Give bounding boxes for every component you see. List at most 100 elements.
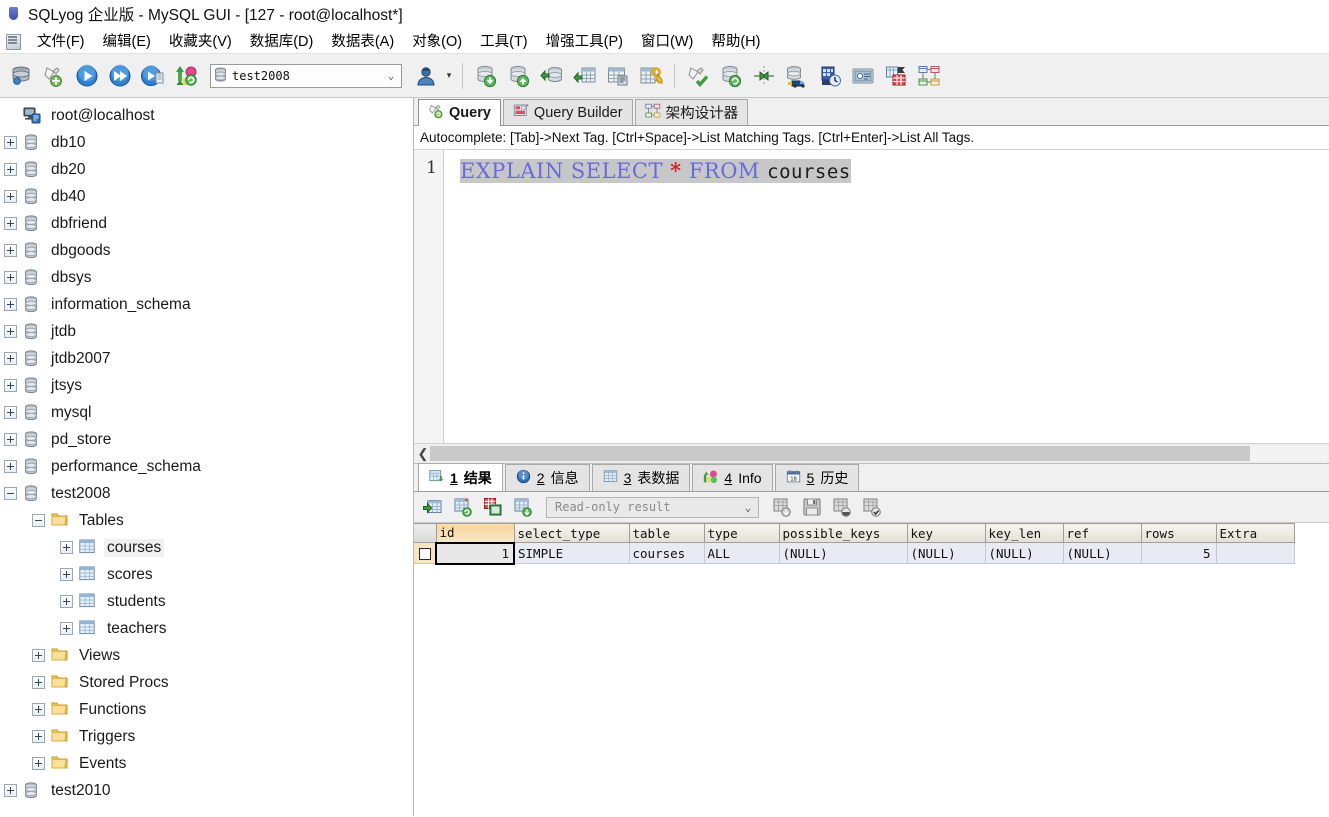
menu-file[interactable]: 文件(F) <box>28 28 94 53</box>
tree-node-jtdb[interactable]: jtdb <box>0 318 413 345</box>
expand-icon[interactable] <box>32 649 45 662</box>
user-dropdown-caret-icon[interactable]: ▾ <box>444 70 454 81</box>
db-export-icon[interactable] <box>504 61 534 91</box>
grid-header-table[interactable]: table <box>629 523 705 543</box>
grid-cell-possible_keys[interactable]: (NULL) <box>779 542 908 564</box>
notification-icon[interactable] <box>848 61 878 91</box>
tree-root-root@localhost[interactable]: root@localhost <box>0 102 413 129</box>
grid-header-type[interactable]: type <box>704 523 780 543</box>
result-grid-container[interactable]: id select_type table type possible_keys key ke… <box>414 523 1329 816</box>
grid-copy-icon[interactable] <box>480 495 506 519</box>
scheduled-backup-icon[interactable] <box>815 61 845 91</box>
menu-object[interactable]: 对象(O) <box>403 28 471 53</box>
execute-current-icon[interactable] <box>138 61 168 91</box>
result-tab-3[interactable]: 3 表数据 <box>591 464 691 491</box>
data-transfer-icon[interactable] <box>782 61 812 91</box>
tree-node-events[interactable]: Events <box>0 750 413 777</box>
scroll-left-arrow-icon[interactable]: ❮ <box>416 446 430 462</box>
scrollbar-thumb[interactable] <box>430 446 1250 461</box>
grid-header-select_type[interactable]: select_type <box>514 523 630 543</box>
grid-header-key_len[interactable]: key_len <box>985 523 1064 543</box>
database-selector[interactable]: test2008 ⌄ <box>210 63 402 88</box>
chevron-down-icon[interactable]: ⌄ <box>384 69 398 82</box>
expand-icon[interactable] <box>4 352 17 365</box>
tree-node-dbsys[interactable]: dbsys <box>0 264 413 291</box>
tab-query-builder[interactable]: Query Builder <box>502 99 633 125</box>
grid-cell-table[interactable]: courses <box>629 542 705 564</box>
menu-help[interactable]: 帮助(H) <box>702 28 769 53</box>
tree-node-jtsys[interactable]: jtsys <box>0 372 413 399</box>
db-import-icon[interactable] <box>471 61 501 91</box>
grid-cell-type[interactable]: ALL <box>704 542 780 564</box>
grid-view-icon[interactable] <box>829 495 855 519</box>
tree-node-information-schema[interactable]: information_schema <box>0 291 413 318</box>
result-grid[interactable]: id select_type table type possible_keys key ke… <box>414 523 1295 565</box>
menu-window[interactable]: 窗口(W) <box>632 28 702 53</box>
grid-corner-cell[interactable] <box>414 523 437 543</box>
expand-icon[interactable] <box>60 568 73 581</box>
grid-cell-key_len[interactable]: (NULL) <box>985 542 1064 564</box>
menu-table[interactable]: 数据表(A) <box>322 28 403 53</box>
execute-icon[interactable] <box>72 61 102 91</box>
sql-code-area[interactable]: EXPLAIN SELECT * FROM courses <box>444 150 1329 443</box>
collapse-icon[interactable] <box>32 514 45 527</box>
grid-cell-Extra[interactable] <box>1216 542 1295 564</box>
tree-node-test2010[interactable]: test2010 <box>0 777 413 804</box>
tree-node-functions[interactable]: Functions <box>0 696 413 723</box>
expand-icon[interactable] <box>4 379 17 392</box>
expand-icon[interactable] <box>4 433 17 446</box>
tree-node-mysql[interactable]: mysql <box>0 399 413 426</box>
table-row[interactable]: 1 SIMPLE courses ALL (NULL) (NULL) (NULL) (NULL… <box>414 541 1295 565</box>
tree-node-students[interactable]: students <box>0 588 413 615</box>
tree-node-pd-store[interactable]: pd_store <box>0 426 413 453</box>
tree-node-db40[interactable]: db40 <box>0 183 413 210</box>
grid-cell-key[interactable]: (NULL) <box>907 542 986 564</box>
expand-icon[interactable] <box>4 190 17 203</box>
db-backup-icon[interactable] <box>537 61 567 91</box>
grid-header-Extra[interactable]: Extra <box>1216 523 1295 543</box>
tree-node-stored-procs[interactable]: Stored Procs <box>0 669 413 696</box>
scrollbar-track[interactable] <box>1250 446 1327 461</box>
expand-icon[interactable] <box>60 622 73 635</box>
expand-icon[interactable] <box>4 460 17 473</box>
expand-icon[interactable] <box>4 136 17 149</box>
tab-schema-designer[interactable]: 架构设计器 <box>634 99 749 125</box>
tree-node-dbgoods[interactable]: dbgoods <box>0 237 413 264</box>
expand-icon[interactable] <box>4 163 17 176</box>
db-sync-icon[interactable] <box>716 61 746 91</box>
tree-node-jtdb2007[interactable]: jtdb2007 <box>0 345 413 372</box>
row-selector-checkbox[interactable] <box>414 542 437 564</box>
expand-icon[interactable] <box>4 271 17 284</box>
tree-node-db20[interactable]: db20 <box>0 156 413 183</box>
tree-node-views[interactable]: Views <box>0 642 413 669</box>
refresh-objects-icon[interactable] <box>683 61 713 91</box>
tree-node-test2008[interactable]: test2008 <box>0 480 413 507</box>
result-tab-4[interactable]: 4 Info <box>692 464 773 491</box>
menu-database[interactable]: 数据库(D) <box>241 28 323 53</box>
grid-cell-select_type[interactable]: SIMPLE <box>514 542 630 564</box>
expand-icon[interactable] <box>32 730 45 743</box>
schema-designer-icon[interactable] <box>914 61 944 91</box>
sql-editor[interactable]: 1 EXPLAIN SELECT * FROM courses <box>414 150 1329 443</box>
expand-icon[interactable] <box>32 703 45 716</box>
tree-node-courses[interactable]: courses <box>0 534 413 561</box>
tree-node-db10[interactable]: db10 <box>0 129 413 156</box>
execute-all-icon[interactable] <box>105 61 135 91</box>
grid-add-icon[interactable] <box>420 495 446 519</box>
grid-cell-ref[interactable]: (NULL) <box>1063 542 1142 564</box>
expand-icon[interactable] <box>4 325 17 338</box>
grid-header-key[interactable]: key <box>907 523 986 543</box>
floppy-save-icon[interactable] <box>799 495 825 519</box>
stop-query-icon[interactable] <box>171 61 201 91</box>
menu-favorites[interactable]: 收藏夹(V) <box>160 28 241 53</box>
grid-header-rows[interactable]: rows <box>1141 523 1217 543</box>
checkbox-icon[interactable] <box>418 548 431 560</box>
result-mode-selector[interactable]: Read-only result ⌄ <box>546 496 759 518</box>
grid-header-ref[interactable]: ref <box>1063 523 1142 543</box>
chevron-down-icon[interactable]: ⌄ <box>741 501 755 514</box>
result-tab-1[interactable]: 1 结果 <box>418 463 503 491</box>
menu-tools[interactable]: 工具(T) <box>471 28 537 53</box>
grid-header-id[interactable]: id <box>436 523 515 543</box>
grid-form-icon[interactable] <box>859 495 885 519</box>
html-report-icon[interactable] <box>881 61 911 91</box>
